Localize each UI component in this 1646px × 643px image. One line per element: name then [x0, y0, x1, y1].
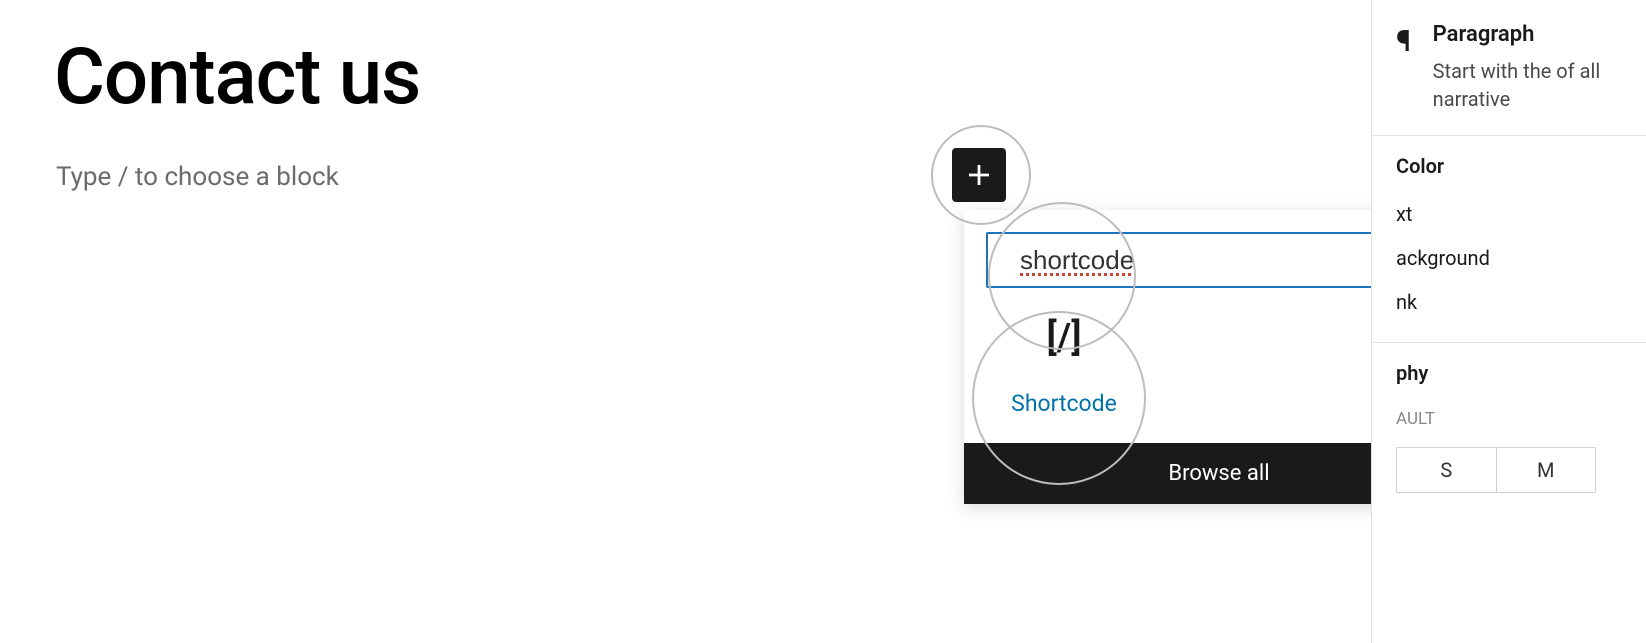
block-type-title: Paragraph — [1433, 22, 1626, 47]
plus-icon — [964, 160, 994, 190]
color-text-row[interactable]: xt — [1396, 192, 1622, 236]
font-size-m[interactable]: M — [1497, 448, 1596, 492]
color-section: Color xt ackground nk — [1372, 135, 1646, 342]
block-type-label: Shortcode — [1011, 390, 1117, 417]
color-link-row[interactable]: nk — [1396, 280, 1622, 324]
font-size-s[interactable]: S — [1397, 448, 1497, 492]
add-block-button[interactable] — [952, 148, 1006, 202]
paragraph-icon: ¶ — [1396, 24, 1411, 113]
typography-section: phy AULT S M — [1372, 342, 1646, 511]
settings-sidebar: ¶ Paragraph Start with the of all narrat… — [1371, 0, 1646, 643]
paragraph-placeholder[interactable]: Type / to choose a block — [56, 162, 339, 192]
block-type-description: Start with the of all narrative — [1433, 57, 1626, 113]
typography-section-title: phy — [1396, 361, 1622, 385]
typography-default-label: AULT — [1396, 399, 1622, 439]
shortcode-icon: [/] — [1040, 314, 1088, 362]
page-title[interactable]: Contact us — [54, 32, 420, 123]
font-size-buttons: S M — [1396, 447, 1596, 493]
block-info-header: ¶ Paragraph Start with the of all narrat… — [1372, 0, 1646, 113]
color-background-row[interactable]: ackground — [1396, 236, 1622, 280]
block-type-shortcode[interactable]: [/] Shortcode — [986, 310, 1142, 417]
block-search-input[interactable] — [1020, 245, 1404, 276]
color-section-title: Color — [1396, 154, 1622, 178]
